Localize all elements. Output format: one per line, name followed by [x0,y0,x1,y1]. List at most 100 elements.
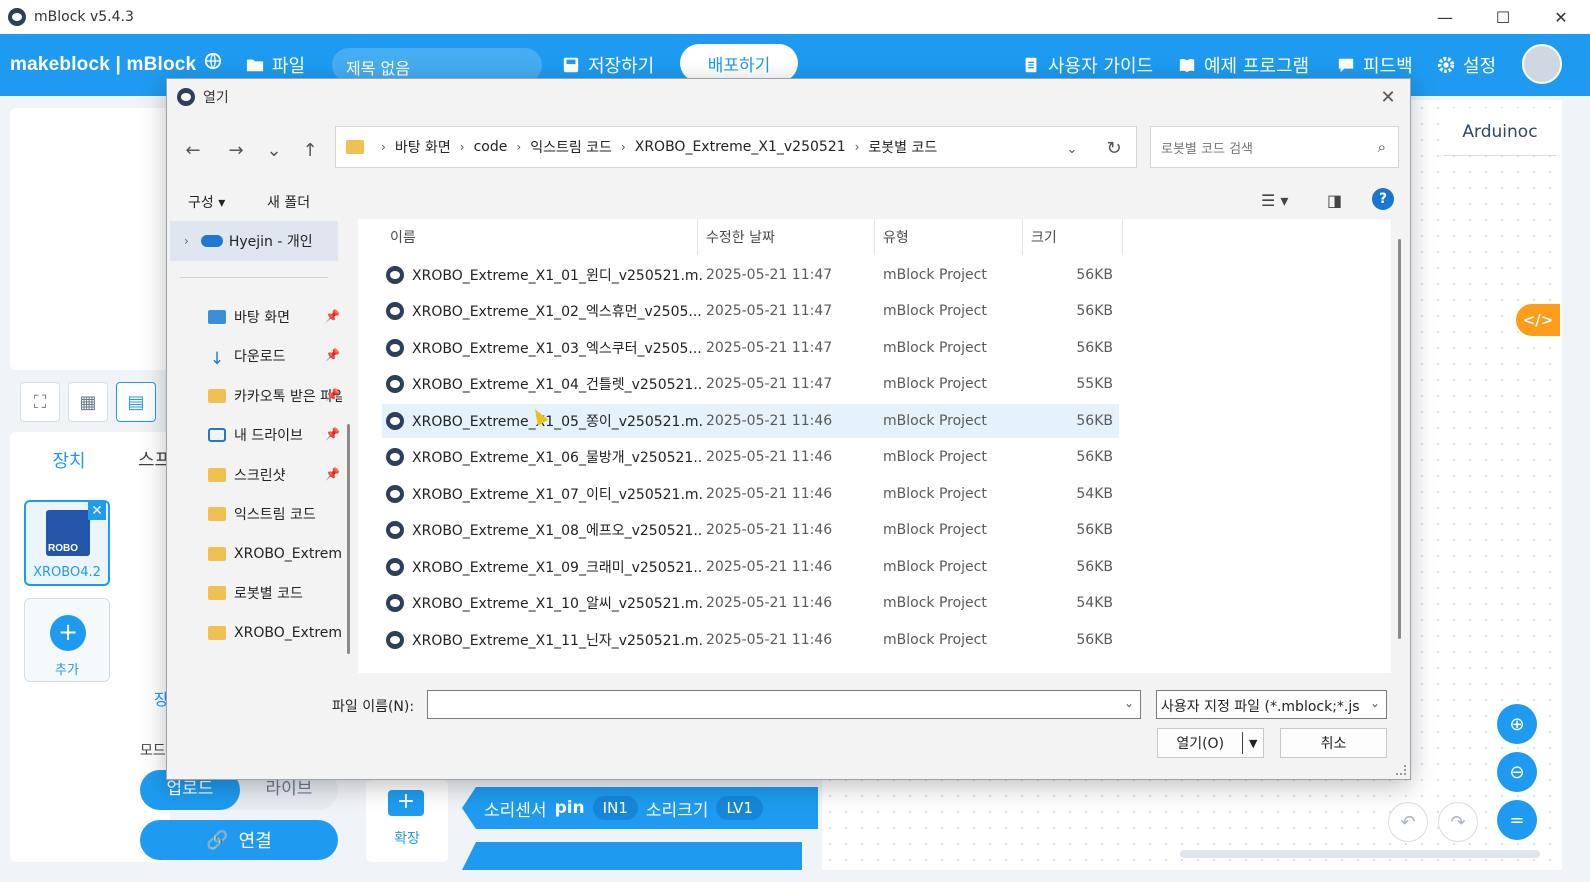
column-header-date[interactable]: 수정한 날짜 [698,219,875,255]
mblock-file-icon [386,485,404,503]
search-placeholder: 로봇별 코드 검색 [1161,141,1253,157]
sidebar-item-extreme-code[interactable]: 익스트림 코드 [208,499,342,529]
chevron-down-icon[interactable]: ⌄ [1124,696,1134,710]
resize-grip-icon[interactable] [1396,765,1406,775]
column-header-name[interactable]: ⌃ 이름 [382,219,698,255]
address-bar[interactable]: › 바탕 화면 › code › 익스트림 코드 › XROBO_Extreme… [335,126,1137,168]
pin-icon[interactable]: 📌 [325,348,340,362]
block-level-dropdown[interactable]: LV1 [716,796,763,820]
column-header-type[interactable]: 유형 [875,219,1023,255]
table-row[interactable]: XROBO_Extreme_X1_07_이티_v250521.m... 2025… [382,477,1119,511]
connect-button[interactable]: 🔗 연결 [140,820,338,860]
sidebar-item-downloads[interactable]: ↓ 다운로드 📌 [208,341,342,371]
pin-icon[interactable]: 📌 [325,388,340,402]
table-row-hovered[interactable]: XROBO_Extreme_X1_05_쫑이_v250521.m... 2025… [382,404,1119,438]
file-list-scrollbar[interactable] [1398,239,1401,639]
device-card[interactable]: ✕ XROBO4.2 [24,500,110,586]
up-arrow-icon[interactable]: ↑ [295,137,325,163]
breadcrumb-item[interactable]: 바탕 화면 [395,137,451,157]
block-pin-dropdown[interactable]: IN1 [592,796,638,820]
connect-label: 연결 [238,831,272,852]
pin-icon[interactable]: 📌 [325,467,340,481]
tab-device[interactable]: 장치 [14,436,124,484]
cancel-button[interactable]: 취소 [1280,728,1387,758]
avatar[interactable] [1522,44,1562,84]
sound-sensor-block-2[interactable] [462,842,802,870]
undo-icon[interactable]: ↶ [1388,802,1428,842]
recent-locations-icon[interactable]: ⌄ [259,137,289,163]
add-device-button[interactable]: + 추가 [24,598,110,682]
settings-button[interactable]: 설정 [1437,52,1496,78]
breadcrumb-item[interactable]: 익스트림 코드 [530,137,612,157]
language-button[interactable] [204,52,222,70]
user-guide-button[interactable]: 사용자 가이드 [1022,52,1153,78]
file-menu[interactable]: 파일 [246,52,305,78]
breadcrumb-item[interactable]: 로봇별 코드 [868,137,937,157]
chevron-right-icon[interactable]: › [184,234,189,248]
breadcrumb-item[interactable]: XROBO_Extreme_X1_v250521 [635,139,846,155]
file-type-filter-select[interactable]: 사용자 지정 파일 (*.mblock;*.js ⌄ [1156,690,1387,719]
forward-arrow-icon[interactable]: → [221,137,251,163]
large-stage-icon[interactable]: ▤ [116,382,156,422]
canvas-scrollbar[interactable] [1180,850,1540,858]
code-view-toggle-icon[interactable]: </> [1516,304,1560,336]
sidebar-item-robot-code[interactable]: 로봇별 코드 [208,578,342,608]
publish-button[interactable]: 배포하기 [680,44,798,82]
redo-icon[interactable]: ↷ [1438,802,1478,842]
sound-sensor-block[interactable]: 소리센서 pin IN1 소리크기 LV1 [462,787,818,829]
table-row[interactable]: XROBO_Extreme_X1_01_윈디_v250521.m... 2025… [382,258,1119,292]
extension-button[interactable]: + 확장 [366,780,448,862]
sidebar-item-screenshots[interactable]: 스크린샷 📌 [208,460,342,490]
open-button[interactable]: 열기(O) ▼ [1157,728,1264,758]
table-row[interactable]: XROBO_Extreme_X1_04_건틀렛_v250521.... 2025… [382,367,1119,401]
examples-button[interactable]: 예제 프로그램 [1178,52,1309,78]
zoom-in-icon[interactable]: ⊕ [1497,704,1537,744]
remove-device-icon[interactable]: ✕ [88,502,106,520]
table-row[interactable]: XROBO_Extreme_X1_02_엑스휴먼_v2505... 2025-0… [382,294,1119,328]
sidebar-item-my-drive[interactable]: 내 드라이브 📌 [208,420,342,450]
table-row[interactable]: XROBO_Extreme_X1_06_물방개_v250521.... 2025… [382,440,1119,474]
table-row[interactable]: XROBO_Extreme_X1_08_에프오_v250521.... 2025… [382,513,1119,547]
organize-button[interactable]: 구성 ▾ [188,192,225,212]
refresh-icon[interactable]: ↻ [1099,135,1129,161]
view-options-icon[interactable]: ☰ ▾ [1261,191,1288,210]
breadcrumb-item[interactable]: code [474,139,508,155]
table-row[interactable]: XROBO_Extreme_X1_10_알씨_v250521.m... 2025… [382,586,1119,620]
sidebar-item-onedrive[interactable]: › Hyejin - 개인 [170,221,338,261]
file-date: 2025-05-21 11:46 [706,449,833,465]
zoom-out-icon[interactable]: ⊖ [1497,752,1537,792]
zoom-reset-icon[interactable]: = [1497,800,1537,840]
close-button[interactable]: ✕ [1532,0,1590,34]
feedback-button[interactable]: 피드백 [1337,52,1413,78]
column-header-size[interactable]: 크기 [1023,219,1123,255]
fullscreen-icon[interactable]: ⛶ [20,382,60,422]
folder-icon [346,140,364,154]
address-history-chevron-down-icon[interactable]: ⌄ [1057,137,1087,161]
back-arrow-icon[interactable]: ← [178,137,208,163]
preview-pane-icon[interactable]: ◨ [1327,191,1342,210]
small-stage-icon[interactable]: ▦ [68,382,108,422]
sidebar-item-desktop[interactable]: 바탕 화면 📌 [208,302,342,332]
save-button[interactable]: 저장하기 [562,52,654,78]
pin-icon[interactable]: 📌 [325,427,340,441]
search-input[interactable]: 로봇별 코드 검색 ⌕ [1150,126,1399,168]
project-title-input[interactable]: 제목 없음 [332,48,542,82]
caret-down-icon[interactable]: ▼ [1243,737,1263,750]
table-row[interactable]: XROBO_Extreme_X1_11_닌자_v250521.m... 2025… [382,623,1119,657]
table-row[interactable]: XROBO_Extreme_X1_03_엑스쿠터_v2505... 2025-0… [382,331,1119,365]
new-folder-button[interactable]: 새 폴더 [267,192,310,212]
navigation-scrollbar[interactable] [347,424,350,654]
minimize-button[interactable]: — [1416,0,1474,34]
sidebar-item-xrobo-folder-2[interactable]: XROBO_Extreme_X1_v250521 [208,618,342,648]
pin-icon[interactable]: 📌 [325,309,340,323]
filename-input[interactable]: ⌄ [427,690,1141,719]
sidebar-item-label: XROBO_Extreme_X1_v250521 [234,546,342,562]
table-row[interactable]: XROBO_Extreme_X1_09_크래미_v250521.... 2025… [382,550,1119,584]
help-icon[interactable]: ? [1372,188,1394,210]
sidebar-item-xrobo-folder[interactable]: XROBO_Extreme_X1_v250521 [208,539,342,569]
command-bar: 구성 ▾ 새 폴더 ☰ ▾ ◨ [167,183,1410,219]
dialog-close-button[interactable]: ✕ [1376,85,1400,109]
maximize-button[interactable]: ☐ [1474,0,1532,34]
sidebar-item-kakaotalk[interactable]: 카카오톡 받은 파일 📌 [208,381,342,411]
tab-arduino[interactable]: Arduinoc [1444,108,1556,156]
